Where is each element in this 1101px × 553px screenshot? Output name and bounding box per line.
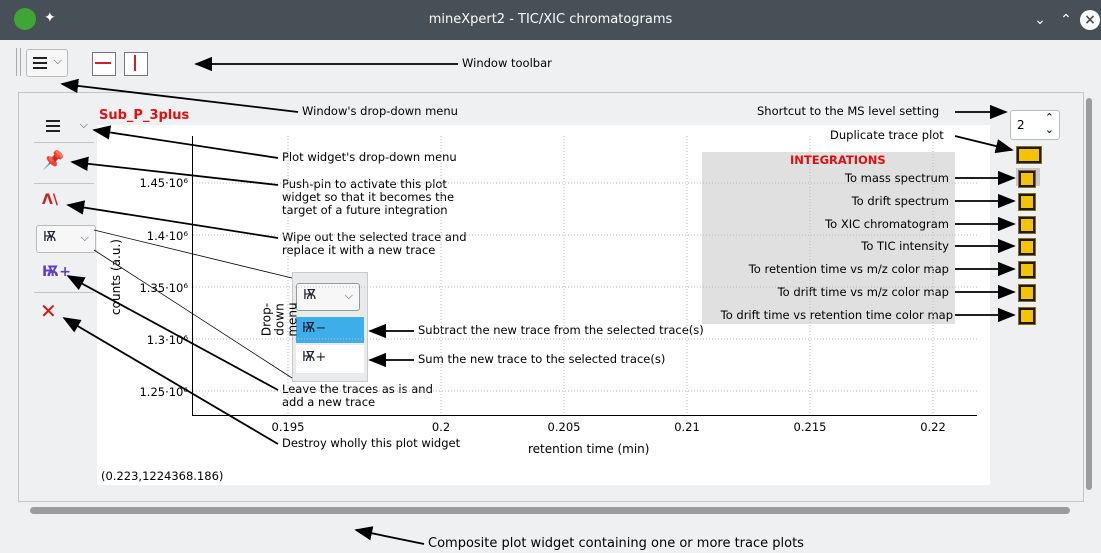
grid-lines [193,136,977,415]
annotation-arrows [60,56,1016,545]
